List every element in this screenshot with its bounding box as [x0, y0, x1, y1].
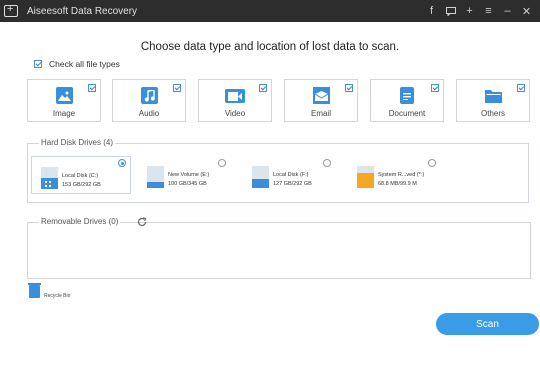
- folder-icon: [485, 87, 502, 104]
- file-type-video[interactable]: Video: [198, 79, 272, 122]
- title-bar: Aiseesoft Data Recovery f + ≡ – ✕: [0, 0, 540, 22]
- audio-icon: [141, 87, 158, 104]
- drive-item[interactable]: System R...ved (*:) 68.8 MB/99.9 M: [348, 156, 448, 194]
- drive-usage-fill: [147, 181, 164, 188]
- file-type-email[interactable]: Email: [284, 79, 358, 122]
- drive-system-reserved-icon: [357, 166, 374, 188]
- others-checkbox[interactable]: [517, 84, 525, 92]
- drive-name: Local Disk (C:): [62, 173, 99, 179]
- drive-radio[interactable]: [118, 159, 126, 167]
- hard-disk-panel: Hard Disk Drives (4) Local Disk (C:) 153…: [27, 138, 529, 203]
- drive-size: 153 GB/292 GB: [62, 182, 101, 188]
- file-type-audio[interactable]: Audio: [112, 79, 186, 122]
- drive-item[interactable]: Local Disk (C:) 153 GB/292 GB: [31, 156, 131, 194]
- titlebar-controls: f + ≡ – ✕: [422, 0, 536, 22]
- file-type-label: Audio: [138, 109, 160, 118]
- recycle-bin-icon[interactable]: [28, 283, 41, 298]
- video-icon: [225, 89, 245, 103]
- image-checkbox[interactable]: [88, 84, 96, 92]
- drive-name: System R...ved (*:): [378, 172, 425, 178]
- close-icon[interactable]: ✕: [517, 0, 536, 22]
- file-type-document[interactable]: Document: [370, 79, 444, 122]
- audio-checkbox[interactable]: [173, 84, 181, 92]
- app-logo-icon: [4, 3, 18, 17]
- recycle-bin-label[interactable]: Recycle Bin: [44, 293, 70, 299]
- drive-size: 100 GB/345 GB: [168, 181, 207, 187]
- file-type-grid: Image Audio Video Email Document Others: [27, 79, 530, 122]
- hard-disk-title: Hard Disk Drives (4): [39, 138, 116, 147]
- drive-radio[interactable]: [218, 159, 226, 167]
- refresh-icon[interactable]: [137, 217, 147, 227]
- drive-size: 127 GB/292 GB: [273, 181, 312, 187]
- minimize-icon[interactable]: –: [498, 0, 517, 22]
- feedback-icon[interactable]: [441, 0, 460, 22]
- check-all-label: Check all file types: [49, 59, 120, 69]
- file-type-label: Email: [310, 109, 331, 118]
- email-checkbox[interactable]: [345, 84, 353, 92]
- file-type-label: Document: [388, 109, 426, 118]
- drive-e-icon: [147, 166, 164, 188]
- document-icon: [400, 87, 414, 104]
- check-all-file-types[interactable]: Check all file types: [34, 59, 120, 69]
- scan-button[interactable]: Scan: [436, 313, 539, 335]
- drive-item[interactable]: Local Disk (F:) 127 GB/292 GB: [243, 156, 343, 194]
- drive-c-icon: [41, 167, 58, 189]
- drive-usage-fill: [252, 178, 269, 188]
- file-type-label: Others: [480, 109, 505, 118]
- video-checkbox[interactable]: [259, 84, 267, 92]
- file-type-image[interactable]: Image: [27, 79, 101, 122]
- facebook-icon[interactable]: f: [422, 0, 441, 22]
- email-icon: [313, 87, 330, 104]
- drive-name: Local Disk (F:): [273, 172, 309, 178]
- drive-radio[interactable]: [323, 159, 331, 167]
- page-headline: Choose data type and location of lost da…: [140, 41, 400, 53]
- check-all-checkbox[interactable]: [34, 60, 42, 68]
- file-type-others[interactable]: Others: [456, 79, 530, 122]
- menu-icon[interactable]: ≡: [479, 0, 498, 22]
- window-title: Aiseesoft Data Recovery: [27, 5, 138, 17]
- removable-drives-panel: Removable Drives (0): [27, 217, 531, 279]
- file-type-label: Image: [52, 109, 76, 118]
- drive-usage-fill: [357, 172, 374, 188]
- drive-name: New Volume (E:): [168, 172, 210, 178]
- drive-radio[interactable]: [428, 159, 436, 167]
- document-checkbox[interactable]: [431, 84, 439, 92]
- drive-size: 68.8 MB/99.9 M: [378, 181, 417, 187]
- file-type-label: Video: [224, 109, 246, 118]
- removable-drives-title: Removable Drives (0): [39, 217, 121, 226]
- image-icon: [56, 87, 73, 104]
- drive-f-icon: [252, 166, 269, 188]
- windows-logo-icon: [45, 181, 51, 187]
- plus-icon[interactable]: +: [460, 0, 479, 22]
- drive-item[interactable]: New Volume (E:) 100 GB/345 GB: [138, 156, 238, 194]
